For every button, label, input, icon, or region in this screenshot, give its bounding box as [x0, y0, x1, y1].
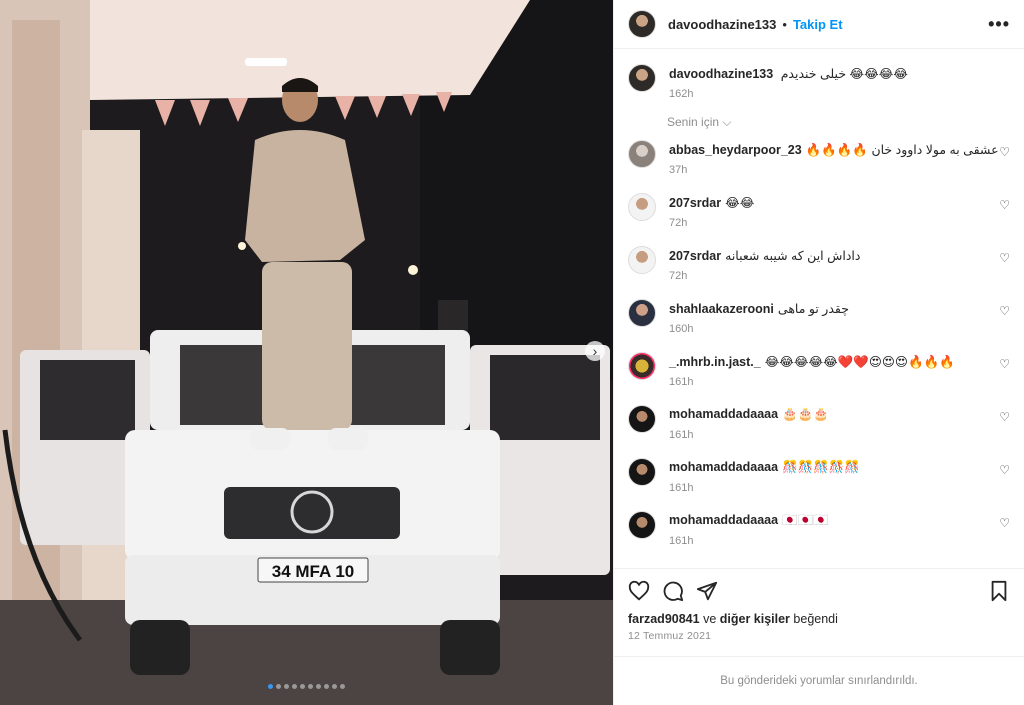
comment-text: داداش این که شیبه شعبانه [725, 249, 861, 263]
comment-text: 🇯🇵🇯🇵🇯🇵 [782, 513, 829, 527]
comment-text: 🔥🔥🔥🔥 عشقی به مولا داوود خان [805, 143, 999, 157]
for-you-sort-toggle[interactable]: Senin için ⌵ [667, 115, 731, 130]
comment-time: 72h [669, 217, 688, 229]
comment-time: 160h [669, 323, 694, 335]
commenter-username[interactable]: 207srdar [669, 249, 721, 263]
comment-like-heart-icon[interactable]: ♡ [999, 145, 1010, 159]
carousel-dot [300, 684, 305, 689]
author-avatar[interactable] [628, 64, 656, 92]
comment-like-heart-icon[interactable]: ♡ [999, 304, 1010, 318]
comment-row: mohamaddadaaaa 🎊🎊🎊🎊🎊 161h ♡ [628, 458, 1010, 508]
carousel-dot [332, 684, 337, 689]
comment-time: 72h [669, 270, 688, 282]
carousel-dot [268, 684, 273, 689]
comment-row: _.mhrb.in.jast._ 😂😂😂😂😂❤️❤️😍😍😍🔥🔥🔥 161h ♡ [628, 352, 1010, 402]
author-username[interactable]: davoodhazine133 [668, 17, 776, 32]
comment-row: 207srdar 😂😂 72h ♡ [628, 193, 1010, 243]
bookmark-icon[interactable] [988, 580, 1010, 602]
commenter-avatar[interactable] [628, 458, 656, 486]
commenter-avatar[interactable] [628, 352, 656, 380]
post-date: 12 Temmuz 2021 [628, 630, 712, 642]
commenter-avatar[interactable] [628, 140, 656, 168]
caption-time: 162h [669, 88, 694, 100]
comment-row: abbas_heydarpoor_23 🔥🔥🔥🔥 عشقی به مولا داو… [628, 140, 1010, 190]
comment-time: 161h [669, 482, 694, 494]
likes-connector: ve [703, 612, 717, 626]
commenter-avatar[interactable] [628, 246, 656, 274]
comment-text: 🎂🎂🎂 [782, 407, 829, 421]
license-plate: 34 MFA 10 [272, 562, 355, 581]
commenter-username[interactable]: mohamaddadaaaa [669, 460, 778, 474]
comments-list[interactable]: davoodhazine133 خیلی خندیدم 😂😂😂😂 162h Se… [614, 50, 1024, 568]
author-avatar[interactable] [628, 10, 656, 38]
comment-text: 🎊🎊🎊🎊🎊 [782, 460, 860, 474]
carousel-dot [284, 684, 289, 689]
carousel-dot [324, 684, 329, 689]
comment-like-heart-icon[interactable]: ♡ [999, 410, 1010, 424]
carousel-dot [276, 684, 281, 689]
caption-username[interactable]: davoodhazine133 [669, 67, 773, 81]
comment-like-heart-icon[interactable]: ♡ [999, 463, 1010, 477]
commenter-username[interactable]: abbas_heydarpoor_23 [669, 143, 802, 157]
post-photo[interactable]: 34 MFA 10 › [0, 0, 613, 705]
post-side-panel: davoodhazine133 • Takip Et ••• davoodhaz… [613, 0, 1024, 705]
comment-row: mohamaddadaaaa 🎂🎂🎂 161h ♡ [628, 405, 1010, 455]
comment-time: 161h [669, 429, 694, 441]
commenter-username[interactable]: 207srdar [669, 196, 721, 210]
comment-text: 😂😂😂😂😂❤️❤️😍😍😍🔥🔥🔥 [764, 355, 955, 369]
comment-icon[interactable] [662, 580, 684, 602]
caption-text: خیلی خندیدم 😂😂😂😂 [780, 67, 908, 81]
likes-others-link[interactable]: diğer kişiler [720, 612, 790, 626]
carousel-dots [0, 684, 613, 689]
likes-summary: farzad90841 ve diğer kişiler beğendi [628, 612, 838, 626]
carousel-dot [340, 684, 345, 689]
comment-time: 37h [669, 164, 688, 176]
comment-time: 161h [669, 535, 694, 547]
likes-first-user[interactable]: farzad90841 [628, 612, 700, 626]
likes-suffix: beğendi [793, 612, 838, 626]
commenter-avatar[interactable] [628, 299, 656, 327]
header-separator: • [782, 16, 787, 32]
post-image: 34 MFA 10 [0, 0, 613, 705]
commenter-avatar[interactable] [628, 511, 656, 539]
comment-row: 207srdar داداش این که شیبه شعبانه 72h ♡ [628, 246, 1010, 296]
carousel-dot [292, 684, 297, 689]
comment-row: mohamaddadaaaa 🇯🇵🇯🇵🇯🇵 161h ♡ [628, 511, 1010, 561]
commenter-username[interactable]: mohamaddadaaaa [669, 513, 778, 527]
post-caption: davoodhazine133 خیلی خندیدم 😂😂😂😂 162h [628, 64, 1010, 114]
comment-time: 161h [669, 376, 694, 388]
carousel-next-button[interactable]: › [585, 341, 605, 361]
commenter-username[interactable]: mohamaddadaaaa [669, 407, 778, 421]
comment-text: 😂😂 [725, 196, 755, 210]
comment-like-heart-icon[interactable]: ♡ [999, 198, 1010, 212]
carousel-dot [308, 684, 313, 689]
paper-plane-icon[interactable] [696, 580, 718, 602]
commenter-avatar[interactable] [628, 405, 656, 433]
post-actions [614, 568, 1024, 612]
comment-row: shahlaakazerooni چقدر تو ماهی 160h ♡ [628, 299, 1010, 349]
commenter-avatar[interactable] [628, 193, 656, 221]
comments-restricted-notice: Bu gönderideki yorumlar sınırlandırıldı. [614, 656, 1024, 705]
comment-like-heart-icon[interactable]: ♡ [999, 357, 1010, 371]
heart-icon[interactable] [628, 580, 650, 602]
commenter-username[interactable]: shahlaakazerooni [669, 302, 774, 316]
post-header: davoodhazine133 • Takip Et ••• [614, 0, 1024, 49]
carousel-dot [316, 684, 321, 689]
comment-text: چقدر تو ماهی [777, 302, 849, 316]
more-options-icon[interactable]: ••• [988, 14, 1010, 35]
comment-like-heart-icon[interactable]: ♡ [999, 516, 1010, 530]
follow-button[interactable]: Takip Et [793, 17, 843, 32]
comment-like-heart-icon[interactable]: ♡ [999, 251, 1010, 265]
commenter-username[interactable]: _.mhrb.in.jast._ [669, 355, 761, 369]
